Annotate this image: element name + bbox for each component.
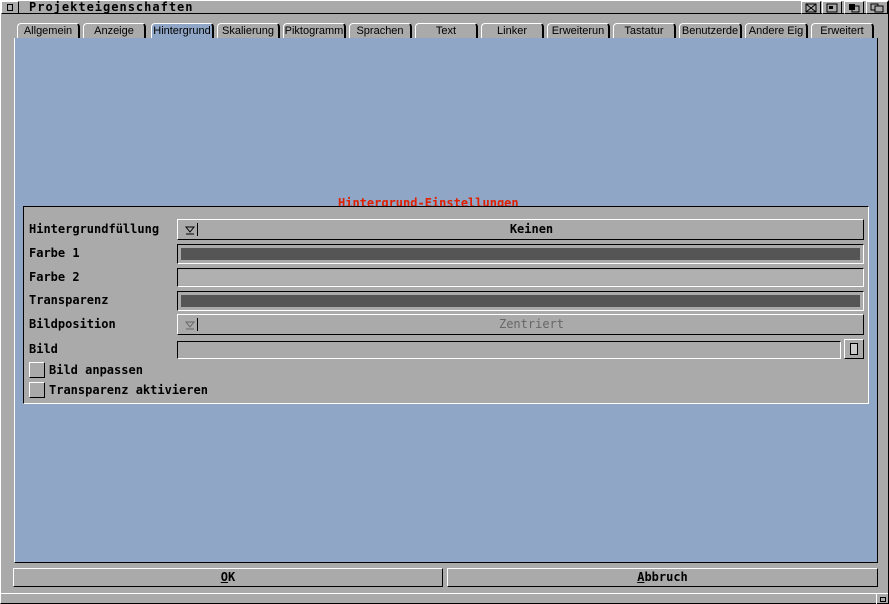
ok-mnemonic: O <box>220 570 228 584</box>
transparency-fill <box>181 295 860 307</box>
image-select-button[interactable] <box>844 339 864 359</box>
tab-linker[interactable]: Linker <box>481 23 544 38</box>
cancel-label-rest: bbruch <box>644 570 688 584</box>
tab-andere-eigenschaften[interactable]: Andere Eig <box>745 23 808 38</box>
color1-fill <box>181 248 860 260</box>
ok-label-rest: K <box>228 570 236 584</box>
zoom-icon <box>826 3 838 12</box>
tab-anzeige[interactable]: Anzeige <box>83 23 146 38</box>
window-title: Projekteigenschaften <box>29 0 194 14</box>
position-cycle[interactable]: Zentriert <box>177 314 864 335</box>
fit-image-label: Bild anpassen <box>49 363 143 377</box>
enable-transparency-checkbox[interactable] <box>29 382 45 398</box>
resize-icon <box>880 597 886 602</box>
tab-benutzerdefiniert[interactable]: Benutzerde <box>679 23 742 38</box>
tab-tastatur[interactable]: Tastatur <box>613 23 676 38</box>
depth-icon <box>849 3 860 12</box>
transparency-slider[interactable] <box>177 291 864 311</box>
tab-allgemein[interactable]: Allgemein <box>17 23 80 38</box>
bottom-border <box>1 593 888 603</box>
tab-panel: Hintergrund-Einstellungen Hintergrundfül… <box>14 38 878 563</box>
cycle-icon-disabled <box>182 318 198 331</box>
depth-back-gadget[interactable] <box>866 1 888 14</box>
cancel-button[interactable]: Abbruch <box>447 568 878 587</box>
color2-fill <box>179 270 862 285</box>
depth-gadget[interactable] <box>844 1 864 14</box>
fit-image-checkbox[interactable] <box>29 362 45 378</box>
position-value: Zentriert <box>498 317 565 331</box>
color1-label: Farbe 1 <box>29 246 80 260</box>
image-path-field[interactable] <box>177 341 841 359</box>
properties-window: Projekteigenschaften Allgemein Anzeige H… <box>0 0 889 604</box>
close-gadget[interactable] <box>1 1 19 14</box>
color2-swatch[interactable] <box>177 268 864 287</box>
resize-gadget[interactable] <box>876 593 888 604</box>
tab-erweiterungen[interactable]: Erweiterun <box>547 23 610 38</box>
position-label: Bildposition <box>29 317 116 331</box>
tab-skalierung[interactable]: Skalierung <box>217 23 280 38</box>
transparency-label: Transparenz <box>29 293 109 307</box>
depth-back-icon <box>870 3 884 12</box>
background-settings-group: Hintergrundfüllung Keinen Farbe 1 Farbe … <box>23 206 869 404</box>
cycle-icon <box>182 223 198 236</box>
tab-erweitert[interactable]: Erweitert <box>811 23 874 38</box>
enable-transparency-label: Transparenz aktivieren <box>49 383 208 397</box>
fill-value: Keinen <box>509 222 554 236</box>
color1-swatch[interactable] <box>177 244 864 264</box>
iconify-icon <box>805 3 817 12</box>
zoom-gadget[interactable] <box>822 1 842 14</box>
title-bar[interactable]: Projekteigenschaften <box>1 1 888 14</box>
tab-hintergrund[interactable]: Hintergrund <box>151 23 214 39</box>
fill-cycle[interactable]: Keinen <box>177 219 864 240</box>
tab-bar: Allgemein Anzeige Hintergrund Skalierung… <box>14 23 878 39</box>
tab-piktogramm[interactable]: Piktogramm <box>283 23 346 38</box>
ok-button[interactable]: OK <box>13 568 443 587</box>
iconify-gadget[interactable] <box>801 1 821 14</box>
image-label: Bild <box>29 342 58 356</box>
tab-sprachen[interactable]: Sprachen <box>349 23 412 38</box>
fill-label: Hintergrundfüllung <box>29 222 160 236</box>
file-icon <box>850 343 858 355</box>
color2-label: Farbe 2 <box>29 270 80 284</box>
close-icon <box>7 4 13 11</box>
tab-text[interactable]: Text <box>415 23 478 38</box>
